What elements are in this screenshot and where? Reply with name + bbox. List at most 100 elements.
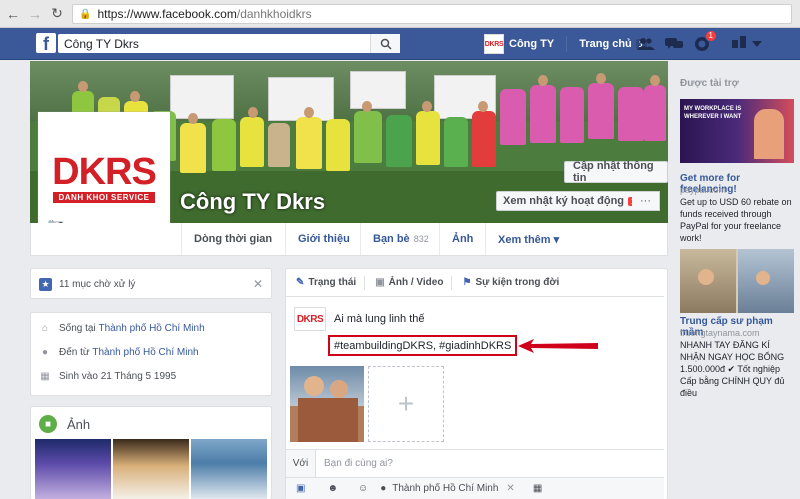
cover-person bbox=[326, 119, 350, 171]
ad-body: Get up to USD 60 rebate on funds receive… bbox=[680, 197, 792, 243]
tab-photos[interactable]: Ảnh bbox=[439, 223, 485, 255]
privacy-icon[interactable] bbox=[732, 36, 746, 51]
born-text: Sinh vào 21 Tháng 5 1995 bbox=[59, 371, 177, 382]
cover-person bbox=[386, 115, 412, 167]
cover-person bbox=[268, 123, 290, 167]
pencil-icon: ✎ bbox=[296, 277, 305, 288]
photo-thumbnail[interactable] bbox=[35, 439, 111, 499]
facebook-logo-icon[interactable]: f bbox=[36, 33, 56, 54]
address-bar[interactable]: 🔒 https://www.facebook.com/danhkhoidkrs bbox=[72, 4, 792, 24]
ad-domain: paypal.com bbox=[680, 185, 727, 195]
tab-friends-label: Bạn bè bbox=[373, 233, 410, 245]
tab-more[interactable]: Xem thêm ▾ bbox=[485, 223, 571, 255]
profile-logo-subtitle: DANH KHOI SERVICE bbox=[53, 191, 155, 203]
browser-toolbar: ← → ↻ 🔒 https://www.facebook.com/danhkho… bbox=[0, 0, 800, 28]
tab-friends[interactable]: Bạn bè 832 bbox=[360, 223, 441, 255]
lives-in-link[interactable]: Thành phố Hồ Chí Minh bbox=[98, 323, 204, 334]
sponsored-title: Được tài trợ bbox=[680, 78, 739, 89]
cover-person bbox=[416, 111, 440, 165]
photos-icon: ■ bbox=[39, 415, 57, 433]
ad-person bbox=[754, 109, 784, 159]
cover-person-head bbox=[130, 91, 140, 102]
friends-icon[interactable] bbox=[636, 34, 656, 54]
photo-face bbox=[304, 376, 324, 396]
ad-image[interactable] bbox=[680, 249, 794, 313]
profile-logo-text: DKRS bbox=[52, 150, 157, 193]
cover-person bbox=[618, 87, 644, 141]
camera-icon[interactable]: ▣ bbox=[296, 483, 305, 494]
ad-image[interactable]: MY WORKPLACE IS WHEREVER I WANT bbox=[680, 99, 794, 163]
photos-card: ■ Ảnh bbox=[30, 406, 272, 499]
hashtag-highlight[interactable]: #teambuildingDKRS, #giadinhDKRS bbox=[328, 335, 518, 356]
intro-lives-in: ⌂ Sống tại Thành phố Hồ Chí Minh bbox=[39, 323, 205, 334]
location-chip[interactable]: ● Thành phố Hồ Chí Minh ✕ bbox=[380, 483, 515, 494]
home-label: Trang chủ bbox=[579, 38, 632, 50]
forward-icon[interactable]: → bbox=[26, 5, 44, 23]
notifications-icon[interactable]: 1 bbox=[692, 30, 717, 54]
cover-person-head bbox=[304, 107, 314, 118]
messages-icon[interactable] bbox=[664, 34, 684, 54]
tab-about[interactable]: Giới thiệu bbox=[285, 223, 362, 255]
composer-avatar-text: DKRS bbox=[296, 313, 324, 325]
cover-person-head bbox=[188, 113, 198, 124]
calendar-icon[interactable]: ▦ bbox=[533, 483, 542, 494]
camera-icon: ▣ bbox=[375, 277, 385, 288]
composer-tab-photo[interactable]: ▣ Ảnh / Video bbox=[375, 277, 443, 288]
profile-avatar-text: DKRS bbox=[484, 40, 504, 48]
close-icon[interactable]: ✕ bbox=[506, 483, 514, 494]
cover-person bbox=[560, 87, 584, 143]
pending-items-card[interactable]: ★ 11 mục chờ xử lý ✕ bbox=[30, 268, 272, 299]
back-icon[interactable]: ← bbox=[4, 5, 22, 23]
tag-friends-input[interactable]: Bạn đi cùng ai? bbox=[324, 458, 393, 469]
composer-text[interactable]: Ai mà lung linh thế bbox=[334, 313, 425, 325]
pending-items-text: 11 mục chờ xử lý bbox=[59, 279, 136, 290]
lives-prefix: Sống tại bbox=[59, 323, 96, 334]
cover-person-head bbox=[478, 101, 488, 112]
composer-divider bbox=[451, 275, 453, 290]
ad-banner-text: MY WORKPLACE IS WHEREVER I WANT bbox=[684, 106, 742, 120]
from-link[interactable]: Thành phố Hồ Chí Minh bbox=[92, 347, 198, 358]
cover-person bbox=[472, 111, 496, 167]
reload-icon[interactable]: ↻ bbox=[48, 5, 66, 23]
cover-person bbox=[530, 85, 556, 143]
composer-tab-photo-label: Ảnh / Video bbox=[388, 277, 444, 288]
composer-tab-life-event[interactable]: ⚑ Sự kiện trong đời bbox=[462, 277, 559, 288]
composer-divider bbox=[364, 275, 366, 290]
attached-photo[interactable] bbox=[290, 366, 364, 442]
flag-icon: ⚑ bbox=[462, 277, 472, 288]
lock-icon: 🔒 bbox=[79, 8, 92, 20]
composer-tab-status[interactable]: ✎ Trạng thái bbox=[296, 277, 356, 288]
url-host: https://www.facebook.com bbox=[97, 7, 237, 21]
cover-person bbox=[354, 111, 382, 163]
calendar-icon: ▦ bbox=[40, 371, 50, 382]
update-info-button[interactable]: Cập nhật thông tin bbox=[564, 160, 668, 184]
photo-body bbox=[298, 398, 358, 442]
photo-thumbnail[interactable] bbox=[191, 439, 267, 499]
cover-banner bbox=[170, 75, 234, 119]
cover-person bbox=[500, 89, 526, 145]
profile-avatar[interactable]: DKRS bbox=[484, 34, 504, 54]
feeling-icon[interactable]: ☺ bbox=[358, 483, 368, 494]
activity-log-button[interactable]: Xem nhật ký hoạt động 10+ bbox=[496, 191, 655, 211]
more-options-button[interactable]: ··· bbox=[632, 191, 660, 211]
cover-person-head bbox=[422, 101, 432, 112]
page-title: Công TY Dkrs bbox=[180, 189, 326, 214]
tag-people-icon[interactable]: ☻ bbox=[327, 483, 338, 494]
header-divider bbox=[566, 36, 568, 52]
intro-from: ● Đến từ Thành phố Hồ Chí Minh bbox=[39, 347, 199, 358]
friends-count: 832 bbox=[413, 234, 429, 244]
cover-banner bbox=[350, 71, 406, 109]
search-button[interactable] bbox=[370, 34, 400, 53]
profile-link[interactable]: Công TY bbox=[509, 38, 554, 50]
post-composer: ✎ Trạng thái ▣ Ảnh / Video ⚑ Sự kiện tro… bbox=[285, 268, 668, 499]
photo-face bbox=[330, 380, 348, 398]
cover-person bbox=[296, 117, 322, 169]
search-input[interactable] bbox=[58, 35, 368, 52]
close-icon[interactable]: ✕ bbox=[253, 277, 263, 291]
location-text: Thành phố Hồ Chí Minh bbox=[392, 483, 499, 494]
menu-chevron-down-icon[interactable] bbox=[752, 38, 762, 50]
add-photo-button[interactable]: + bbox=[368, 366, 444, 442]
photos-title[interactable]: Ảnh bbox=[67, 417, 90, 432]
tab-timeline[interactable]: Dòng thời gian bbox=[181, 223, 284, 255]
photo-thumbnail[interactable] bbox=[113, 439, 189, 499]
